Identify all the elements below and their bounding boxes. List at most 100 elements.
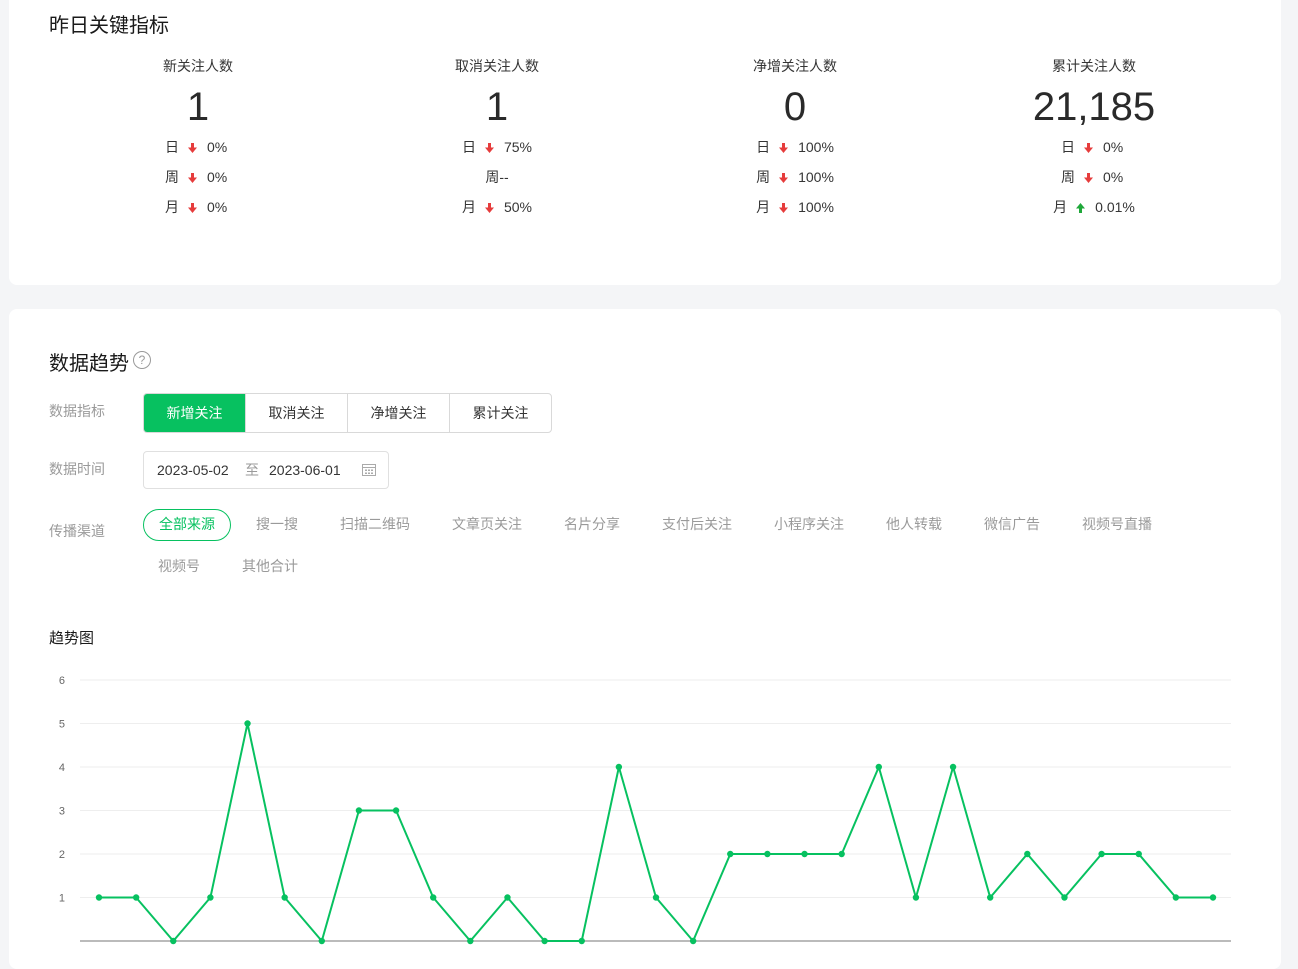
data-point[interactable]: [355, 807, 363, 814]
arrow-down-icon: [1084, 173, 1093, 183]
y-tick-label: 3: [59, 806, 65, 818]
kpi-value: 1: [186, 85, 210, 129]
data-point[interactable]: [132, 894, 140, 901]
data-point[interactable]: [430, 894, 437, 901]
data-point[interactable]: [467, 937, 474, 945]
kpi-block: 累计关注人数 21,185 日 0% 周 0% 月 0.01%: [964, 54, 1224, 222]
data-point[interactable]: [875, 763, 882, 771]
arrow-down-icon: [188, 143, 197, 153]
kpi-comparison-row: 日 0%: [68, 132, 328, 162]
data-point[interactable]: [95, 894, 103, 901]
data-point[interactable]: [838, 850, 845, 858]
kpi-comparison-row: 周 0%: [964, 162, 1224, 192]
kpi-block: 取消关注人数 1 日 75% 周-- 月 50%: [367, 54, 627, 222]
kpi-change: 0%: [1103, 169, 1124, 185]
kpi-comparison-row: 日 100%: [665, 132, 925, 162]
key-metrics-card: 昨日关键指标 新关注人数 1 日 0% 周 0% 月 0% 取消关注人数 1 日 75% 周-- 月 50%…: [9, 0, 1281, 285]
arrow-down-icon: [779, 143, 789, 153]
arrow-up-icon: [1076, 203, 1086, 213]
kpi-label: 取消关注人数: [455, 58, 539, 74]
data-point[interactable]: [689, 937, 697, 945]
data-point[interactable]: [207, 894, 214, 901]
data-point[interactable]: [652, 894, 660, 901]
trend-line-chart: 1 2 3 4 5 6: [59, 675, 1231, 945]
y-tick-label: 4: [59, 762, 65, 774]
data-point[interactable]: [615, 763, 623, 771]
data-point[interactable]: [392, 807, 400, 814]
data-point[interactable]: [1172, 894, 1180, 901]
kpi-label: 净增关注人数: [753, 58, 837, 74]
kpi-comparison-row: 月 0.01%: [964, 192, 1224, 222]
kpi-period: 周: [485, 169, 500, 185]
data-point[interactable]: [1098, 850, 1105, 858]
arrow-down-icon: [484, 203, 494, 213]
kpi-change: 75%: [503, 139, 533, 155]
data-point[interactable]: [541, 937, 548, 945]
kpi-period: 日: [1061, 139, 1075, 155]
kpi-label: 新关注人数: [163, 58, 233, 74]
kpi-block: 净增关注人数 0 日 100% 周 100% 月 100%: [665, 54, 925, 222]
data-point[interactable]: [578, 937, 585, 945]
data-point[interactable]: [764, 850, 771, 858]
kpi-change: --: [499, 169, 509, 185]
kpi-period: 月: [165, 199, 179, 215]
kpi-change: 100%: [798, 199, 834, 215]
y-tick-label: 6: [59, 675, 65, 687]
data-point[interactable]: [801, 850, 808, 858]
kpi-change: 0%: [207, 199, 228, 215]
data-point[interactable]: [1024, 850, 1031, 858]
kpi-change: 100%: [798, 169, 834, 185]
kpi-change: 100%: [798, 139, 834, 155]
kpi-period: 日: [165, 139, 179, 155]
kpi-block: 新关注人数 1 日 0% 周 0% 月 0%: [68, 54, 328, 222]
series-line: [99, 722, 1213, 942]
kpi-value: 1: [485, 85, 509, 129]
data-point[interactable]: [281, 894, 288, 901]
kpi-comparison-row: 月 50%: [367, 192, 627, 222]
data-point[interactable]: [1061, 894, 1068, 901]
kpi-comparison-row: 月 0%: [68, 192, 328, 222]
kpi-period: 周: [1061, 169, 1075, 185]
data-point[interactable]: [318, 937, 325, 945]
data-point[interactable]: [912, 894, 920, 901]
kpi-period: 周: [756, 169, 771, 185]
kpi-change: 0%: [207, 139, 228, 155]
kpi-change: 0.01%: [1095, 199, 1135, 215]
y-tick-label: 2: [59, 849, 65, 861]
kpi-period: 月: [756, 199, 771, 215]
arrow-down-icon: [779, 203, 789, 213]
key-metrics-title: 昨日关键指标: [49, 15, 169, 37]
y-tick-label: 1: [59, 893, 65, 905]
kpi-period: 日: [756, 139, 771, 155]
data-point[interactable]: [504, 894, 511, 901]
kpi-period: 周: [165, 169, 179, 185]
kpi-comparison-row: 日 0%: [964, 132, 1224, 162]
kpi-value: 21,185: [1032, 85, 1156, 129]
arrow-down-icon: [188, 203, 197, 213]
kpi-period: 月: [1053, 199, 1068, 215]
kpi-comparison-row: 周--: [367, 162, 627, 192]
kpi-value: 0: [783, 85, 807, 129]
arrow-down-icon: [1084, 143, 1093, 153]
kpi-comparison-row: 日 75%: [367, 132, 627, 162]
data-point[interactable]: [949, 763, 957, 771]
arrow-down-icon: [779, 173, 789, 183]
arrow-down-icon: [484, 143, 494, 153]
kpi-comparison-row: 周 100%: [665, 162, 925, 192]
data-point[interactable]: [1209, 894, 1217, 901]
kpi-period: 日: [461, 139, 476, 155]
arrow-down-icon: [188, 173, 197, 183]
data-point[interactable]: [1135, 850, 1142, 858]
data-point[interactable]: [727, 850, 734, 858]
kpi-comparison-row: 周 0%: [68, 162, 328, 192]
y-tick-label: 5: [59, 719, 65, 731]
kpi-change: 50%: [503, 199, 533, 215]
kpi-period: 月: [461, 199, 476, 215]
kpi-label: 累计关注人数: [1052, 58, 1136, 74]
data-point[interactable]: [987, 894, 994, 901]
kpi-change: 0%: [1103, 139, 1124, 155]
kpi-comparison-row: 月 100%: [665, 192, 925, 222]
data-trend-card: 数据趋势 ? 数据指标 新增关注 取消关注 净增关注 累计关注 数据时间 2023-0…: [9, 309, 1281, 969]
data-point[interactable]: [170, 937, 177, 945]
data-point[interactable]: [244, 720, 251, 727]
